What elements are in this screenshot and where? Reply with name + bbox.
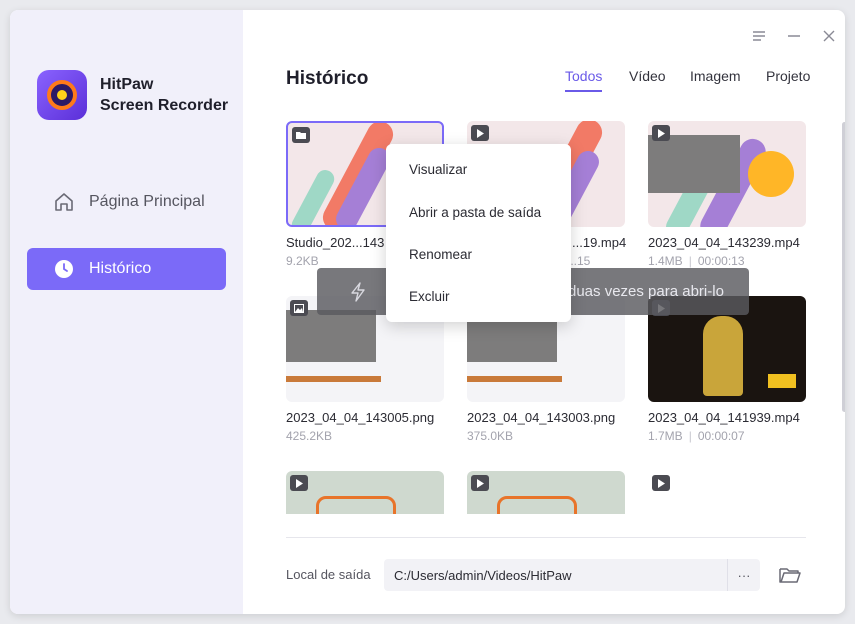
output-label: Local de saída [286, 567, 371, 582]
hint-text: duas vezes para abri-lo [568, 283, 724, 300]
tab-image[interactable]: Imagem [690, 68, 741, 90]
play-icon [652, 125, 670, 141]
folder-icon [292, 127, 310, 143]
minimize-icon[interactable] [786, 28, 802, 44]
app-logo [37, 70, 87, 120]
image-icon [290, 300, 308, 316]
tab-video[interactable]: Vídeo [629, 68, 666, 90]
file-meta: 375.0KB [467, 429, 514, 443]
file-name: 2023_04_04_143005.png [286, 410, 435, 425]
close-icon[interactable] [821, 28, 837, 44]
file-meta: 1.7MB | 00:00:07 [648, 429, 745, 443]
file-name: 2023_04_04_143003.png [467, 410, 616, 425]
lightning-icon [350, 282, 366, 307]
play-icon [471, 125, 489, 141]
sidebar-item-home[interactable]: Página Principal [27, 181, 226, 223]
file-name: 2023_04_04_141939.mp4 [648, 410, 800, 425]
menu-item-delete[interactable]: Excluir [409, 289, 450, 304]
play-icon [471, 475, 489, 491]
menu-item-view[interactable]: Visualizar [409, 162, 467, 177]
divider [286, 537, 806, 538]
page-title: Histórico [286, 68, 369, 89]
file-card[interactable] [648, 471, 806, 514]
folder-open-icon[interactable] [779, 565, 801, 585]
app-name: HitPaw Screen Recorder [100, 76, 229, 114]
tab-all[interactable]: Todos [565, 68, 603, 92]
tab-project[interactable]: Projeto [766, 68, 810, 90]
context-menu: Visualizar Abrir a pasta de saída Renome… [386, 144, 571, 322]
file-name: 2023_04_04_143239.mp4 [648, 235, 800, 250]
file-card[interactable]: 2023_04_04_143239.mp4 1.4MB | 00:00:13 [648, 121, 806, 268]
file-thumbnail[interactable] [648, 471, 806, 514]
sidebar-item-history[interactable]: Histórico [27, 248, 226, 290]
file-thumbnail[interactable] [286, 471, 444, 514]
file-meta: 425.2KB [286, 429, 333, 443]
scrollbar[interactable] [842, 122, 845, 412]
play-icon [652, 475, 670, 491]
sidebar-item-label: Página Principal [89, 193, 205, 210]
file-thumbnail[interactable] [467, 471, 625, 514]
file-card[interactable]: 2023_04_04_141939.mp4 1.7MB | 00:00:07 [648, 296, 806, 443]
file-meta: 1.4MB | 00:00:13 [648, 254, 745, 268]
browse-more-button[interactable]: ··· [727, 559, 760, 591]
file-card[interactable] [286, 471, 444, 514]
file-thumbnail[interactable] [648, 121, 806, 227]
menu-item-rename[interactable]: Renomear [409, 247, 472, 262]
sidebar-item-label: Histórico [89, 260, 152, 277]
sidebar: HitPaw Screen Recorder Página Principal … [10, 10, 243, 614]
menu-icon[interactable] [751, 28, 767, 44]
clock-icon [53, 258, 75, 280]
menu-item-open-folder[interactable]: Abrir a pasta de saída [409, 205, 541, 220]
file-card[interactable] [467, 471, 625, 514]
emoji-icon [748, 151, 794, 197]
output-path-field[interactable] [384, 559, 760, 591]
home-icon [53, 191, 75, 213]
play-icon [290, 475, 308, 491]
